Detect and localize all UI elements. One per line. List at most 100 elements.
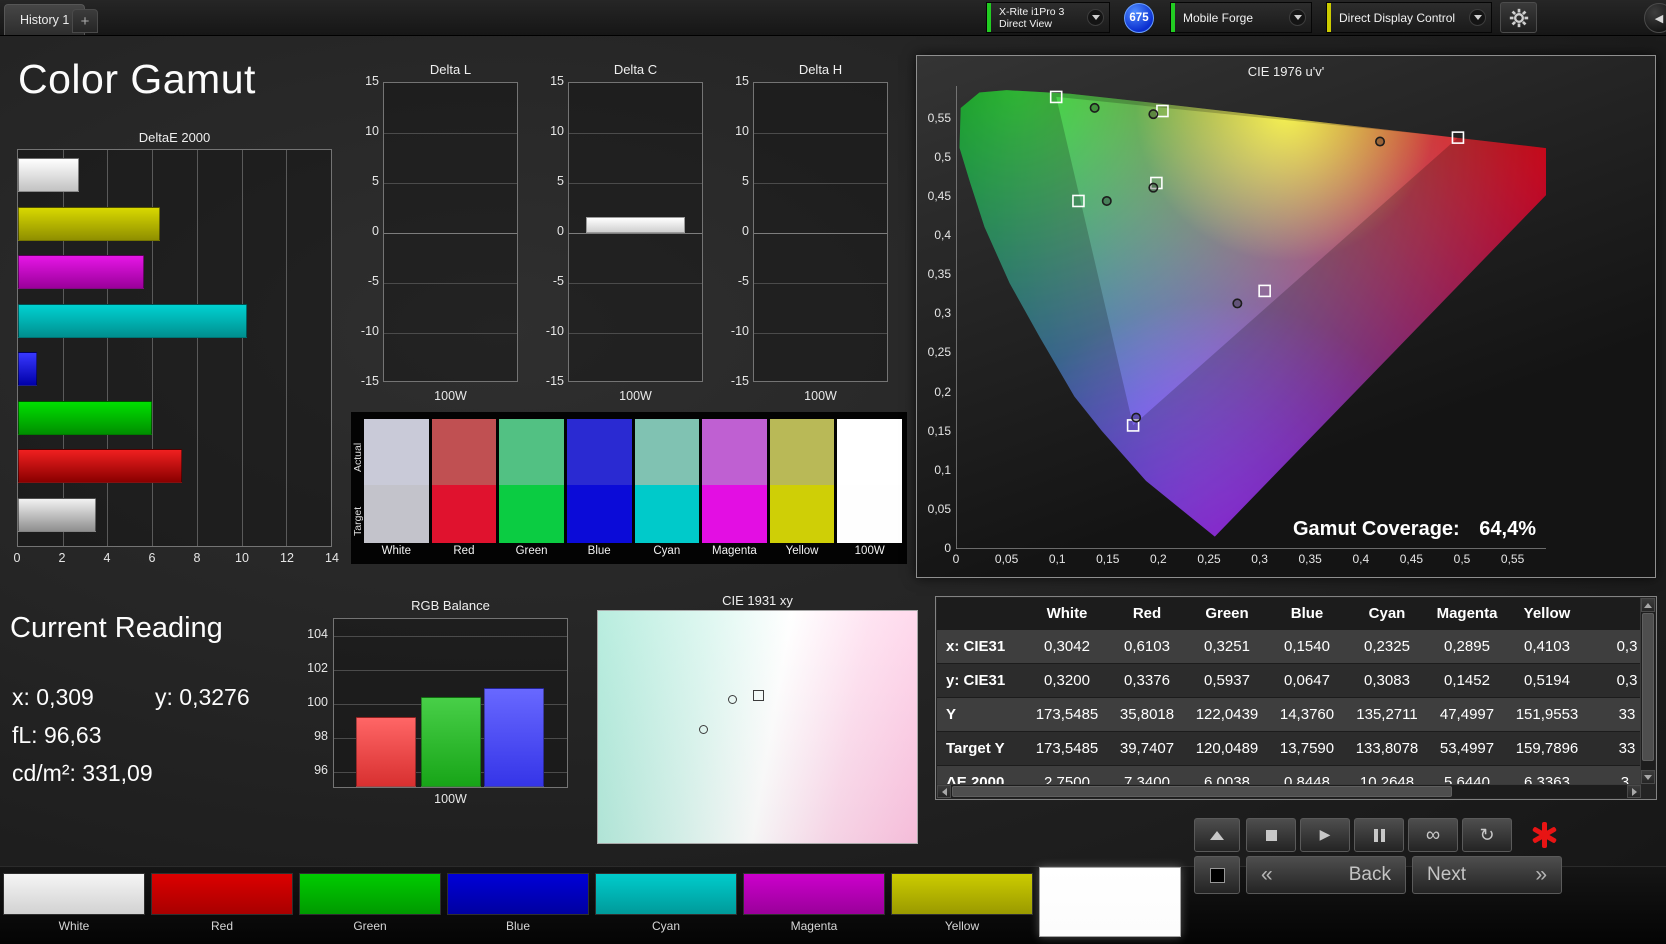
target-row-label: Target [352, 506, 364, 536]
next-button[interactable]: Next » [1412, 856, 1562, 894]
collapse-panel-button[interactable]: ◀ [1644, 3, 1666, 33]
patch-column-magenta: Magenta [702, 419, 767, 559]
patch-label: Red [453, 545, 475, 557]
bar-green [421, 696, 481, 787]
scroll-right-button[interactable] [1627, 785, 1641, 798]
patch-label: Blue [505, 919, 531, 933]
pause-icon [1373, 828, 1385, 842]
back-button[interactable]: « Back [1246, 856, 1406, 894]
row-label: x: CIE31 [937, 629, 1027, 664]
scroll-down-button[interactable] [1641, 770, 1655, 784]
actual-swatch [499, 419, 564, 485]
patch-label: Magenta [790, 919, 838, 933]
rgb-balance-yticks: 104 102 100 98 96 [300, 598, 328, 808]
target-swatch [431, 485, 497, 543]
source-dropdown[interactable]: Mobile Forge [1170, 2, 1312, 33]
back-chevron-icon: « [1261, 863, 1273, 886]
chevron-down-icon[interactable] [1087, 9, 1104, 26]
alert-asterisk-button[interactable] [1522, 816, 1566, 854]
cie1976-title: CIE 1976 u'v' [1247, 64, 1325, 79]
display-control-dropdown[interactable]: Direct Display Control [1326, 2, 1492, 33]
tick-label: 0,55 [1500, 552, 1525, 566]
patch-button-yellow[interactable] [891, 873, 1033, 915]
patch-button-white[interactable] [3, 873, 145, 915]
measured-point-blue [1131, 412, 1142, 423]
tick-label: 96 [314, 763, 328, 777]
blackout-button[interactable] [1194, 856, 1240, 894]
rgb-balance-chart: RGB Balance 104 102 100 98 96 100W [300, 598, 570, 813]
bar-yellow [18, 206, 160, 241]
delta-c-title: Delta C [613, 62, 658, 77]
vertical-scroll-thumb[interactable] [1642, 613, 1654, 761]
column-header: Green [1187, 598, 1267, 630]
tick-label: 8 [193, 551, 201, 565]
column-header: Blue [1267, 598, 1347, 630]
cell: 0,3 [1587, 663, 1641, 698]
tick-label: 5 [372, 174, 379, 188]
chevron-down-icon[interactable] [1289, 9, 1306, 26]
cell: 0,3251 [1187, 629, 1267, 664]
scroll-up-button[interactable] [1194, 818, 1240, 852]
tick-label: 0,3 [1251, 552, 1268, 566]
tick-label: -15 [360, 374, 379, 388]
meter-dropdown-label: X-Rite i1Pro 3 Direct View [999, 5, 1065, 30]
patch-button-100w[interactable] [1039, 867, 1181, 937]
cell: 0,3042 [1027, 629, 1107, 664]
cell: 0,8448 [1267, 765, 1347, 784]
horizontal-scroll-thumb[interactable] [952, 786, 1452, 797]
tick-label: 0 [742, 224, 749, 238]
stop-icon [1265, 829, 1277, 841]
column-header [937, 598, 1027, 630]
cell: 120,0489 [1187, 731, 1267, 766]
tick-label: -5 [737, 274, 749, 288]
up-arrow-icon [1210, 830, 1224, 840]
patch-button-magenta[interactable] [743, 873, 885, 915]
tick-label: 10 [365, 124, 379, 138]
meter-dropdown[interactable]: X-Rite i1Pro 3 Direct View [986, 2, 1110, 33]
patch-label: Green [353, 919, 387, 933]
repeat-button[interactable] [1462, 818, 1512, 852]
cie1931-title: CIE 1931 xy [722, 593, 793, 608]
patch-button-blue[interactable] [447, 873, 589, 915]
measured-point-magenta [1232, 298, 1243, 309]
tick-label: 10 [550, 124, 564, 138]
tick-label: 0,35 [1298, 552, 1322, 566]
tick-label: 10 [735, 124, 749, 138]
pause-button[interactable] [1354, 818, 1404, 852]
cell: 0,3 [1587, 629, 1641, 664]
actual-swatch [431, 419, 497, 485]
reading-fl: fL: 96,63 [12, 722, 102, 748]
patch-button-cyan[interactable] [595, 873, 737, 915]
patch-button-green[interactable] [299, 873, 441, 915]
scroll-left-button[interactable] [937, 785, 951, 798]
cell: 7,3400 [1107, 765, 1187, 784]
cell: 0,2325 [1347, 629, 1427, 664]
actual-swatch [769, 419, 835, 485]
stop-button[interactable] [1246, 818, 1296, 852]
tick-label: 0,25 [1197, 552, 1221, 566]
table-horizontal-scrollbar[interactable] [937, 784, 1641, 798]
continuous-measure-button[interactable] [1408, 818, 1458, 852]
table-vertical-scrollbar[interactable] [1640, 598, 1655, 784]
play-icon [1320, 826, 1331, 844]
tick-label: 2 [58, 551, 66, 565]
tick-label: 0,2 [1150, 552, 1167, 566]
play-button[interactable] [1300, 818, 1350, 852]
tick-label: -15 [730, 374, 749, 388]
cell: 3, [1587, 765, 1641, 784]
delta-c-chart: Delta C 15 10 5 0 -5 -10 -15 100W [538, 62, 706, 406]
gridline [569, 133, 702, 134]
chevron-down-icon[interactable] [1469, 9, 1486, 26]
gridline [754, 133, 887, 134]
column-header: Cyan [1347, 598, 1427, 630]
scroll-up-button[interactable] [1641, 598, 1655, 612]
settings-button[interactable] [1500, 2, 1537, 33]
deltae2000-chart: DeltaE 2000 0 2 4 6 8 10 12 14 [14, 130, 339, 569]
tick-label: 0 [557, 224, 564, 238]
patch-button-red[interactable] [151, 873, 293, 915]
delta-l-yticks: 15 10 5 0 -5 -10 -15 [353, 62, 379, 402]
tick-label: 14 [325, 551, 339, 565]
tick-label: 15 [365, 74, 379, 88]
add-tab-button[interactable]: + [72, 9, 98, 33]
cell: 5,6440 [1427, 765, 1507, 784]
